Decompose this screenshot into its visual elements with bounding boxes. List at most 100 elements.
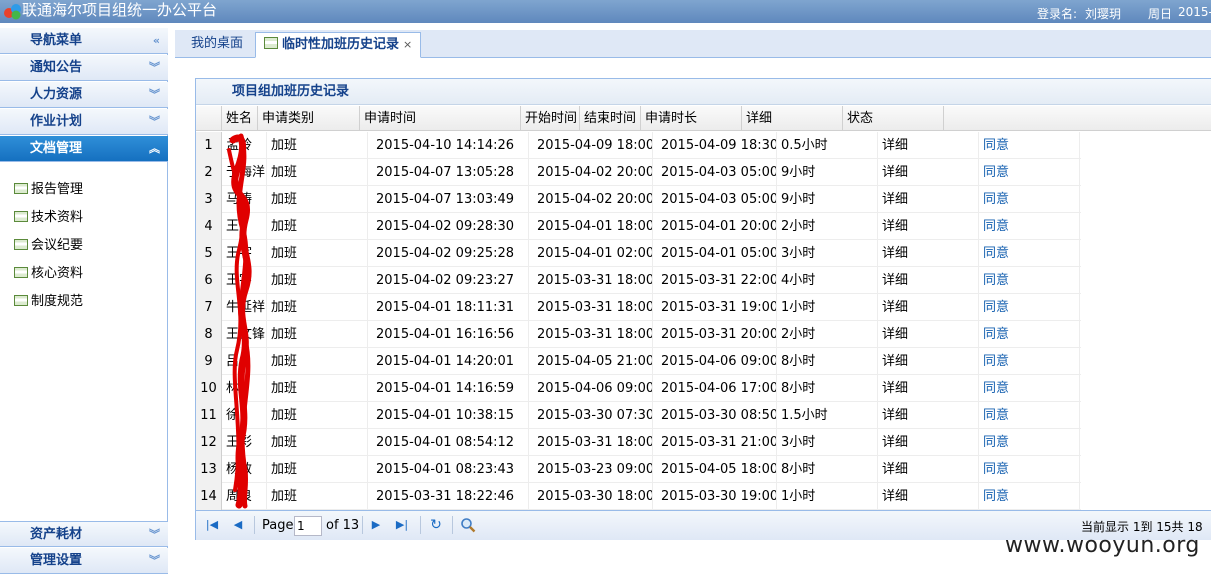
cell-duration: 9小时 (777, 159, 878, 186)
cell-end-time: 2015-04-03 05:00:00 (653, 159, 777, 186)
cell-end-time: 2015-04-06 17:00:00 (653, 375, 777, 402)
table-row[interactable]: 1孟玲加班2015-04-10 14:14:262015-04-09 18:00… (196, 132, 1081, 159)
cell-start-time: 2015-04-05 21:00:43 (529, 348, 653, 375)
chevron-down-icon[interactable]: ︾ (149, 522, 160, 548)
cell-duration: 2小时 (777, 213, 878, 240)
row-number: 11 (196, 402, 222, 429)
tab-my-desktop[interactable]: 我的桌面 (183, 32, 251, 58)
sidebar-header-documents[interactable]: 文档管理 ︽ (0, 136, 168, 162)
next-page-icon[interactable]: ▶ (368, 517, 384, 533)
search-icon[interactable] (460, 517, 476, 533)
cell-status[interactable]: 同意 (979, 240, 1080, 267)
cell-name: 王彩 (222, 429, 267, 456)
sidebar-header-hr[interactable]: 人力资源 ︾ (0, 82, 168, 108)
cell-start-time: 2015-04-09 18:00:00 (529, 132, 653, 159)
cell-type: 加班 (267, 186, 368, 213)
cell-status[interactable]: 同意 (979, 186, 1080, 213)
cell-detail: 详细 (878, 375, 979, 402)
cell-status[interactable]: 同意 (979, 348, 1080, 375)
column-header-status[interactable]: 状态 (843, 106, 944, 131)
watermark: www.wooyun.org (1005, 533, 1200, 558)
column-header-duration[interactable]: 申请时长 (641, 106, 742, 131)
table-row[interactable]: 13 杨敏 加班 2015-04-01 08:23:43 2015-03-23 09:0… (196, 456, 1081, 483)
sidebar-item-minutes[interactable]: 会议纪要 (14, 236, 83, 256)
table-row[interactable]: 14 周良 加班 2015-03-31 18:22:46 2015-03-30 18:0… (196, 483, 1081, 510)
table-row[interactable]: 4王加班2015-04-02 09:28:302015-04-01 18:00:… (196, 213, 1081, 240)
sidebar-header-notices[interactable]: 通知公告 ︾ (0, 55, 168, 81)
chevron-down-icon[interactable]: ︾ (149, 55, 160, 81)
cell-start-time: 2015-04-01 18:00:38 (529, 213, 653, 240)
cell-apply-time: 2015-04-01 18:11:31 (368, 294, 529, 321)
cell-start-time: 2015-04-02 20:00:00 (529, 159, 653, 186)
row-number: 7 (196, 294, 222, 321)
sidebar-header-admin[interactable]: 管理设置 ︾ (0, 548, 168, 574)
column-header-detail[interactable]: 详细 (742, 106, 843, 131)
cell-apply-time: 2015-04-01 08:23:43 (368, 456, 529, 483)
cell-status[interactable]: 同意 (979, 483, 1080, 510)
chevron-down-icon[interactable]: ︾ (149, 82, 160, 108)
row-number: 13 (196, 456, 222, 483)
grid-body: 1孟玲加班2015-04-10 14:14:262015-04-09 18:00… (196, 132, 1211, 510)
sidebar-item-core-docs[interactable]: 核心资料 (14, 264, 83, 284)
cell-end-time: 2015-03-31 21:00:35 (653, 429, 777, 456)
cell-status[interactable]: 同意 (979, 402, 1080, 429)
cell-status[interactable]: 同意 (979, 132, 1080, 159)
refresh-icon[interactable]: ↻ (428, 517, 444, 533)
first-page-icon[interactable]: |◀ (204, 517, 220, 533)
column-header-start-time[interactable]: 开始时间 (521, 106, 580, 131)
document-icon (14, 295, 28, 306)
sidebar-header-nav-menu[interactable]: 导航菜单 « (0, 28, 168, 54)
table-row[interactable]: 5王宇加班2015-04-02 09:25:282015-04-01 02:00… (196, 240, 1081, 267)
collapse-left-icon[interactable]: « (153, 28, 160, 54)
table-row[interactable]: 3马涛加班2015-04-07 13:03:492015-04-02 20:00… (196, 186, 1081, 213)
sidebar-header-work-plan[interactable]: 作业计划 ︾ (0, 109, 168, 135)
cell-apply-time: 2015-04-02 09:23:27 (368, 267, 529, 294)
column-header-apply-time[interactable]: 申请时间 (360, 106, 521, 131)
table-row[interactable]: 11徐加班2015-04-01 10:38:152015-03-30 07:30… (196, 402, 1081, 429)
cell-name: 王文锋 (222, 321, 267, 348)
sidebar-header-assets[interactable]: 资产耗材 ︾ (0, 521, 168, 547)
chevron-down-icon[interactable]: ︾ (149, 109, 160, 135)
row-number: 8 (196, 321, 222, 348)
column-header-end-time[interactable]: 结束时间 (580, 106, 641, 131)
cell-status[interactable]: 同意 (979, 321, 1080, 348)
cell-status[interactable]: 同意 (979, 267, 1080, 294)
login-label: 登录名: (1037, 7, 1078, 21)
cell-status[interactable]: 同意 (979, 375, 1080, 402)
chevron-up-icon[interactable]: ︽ (149, 136, 160, 162)
sidebar-header-label: 通知公告 (30, 60, 83, 75)
close-icon[interactable]: × (403, 38, 412, 51)
cell-detail: 详细 (878, 321, 979, 348)
row-number-header (196, 106, 222, 131)
cell-status[interactable]: 同意 (979, 456, 1080, 483)
cell-status[interactable]: 同意 (979, 429, 1080, 456)
column-header-name[interactable]: 姓名 (222, 106, 258, 131)
cell-end-time: 2015-04-01 05:00:15 (653, 240, 777, 267)
table-row[interactable]: 2 于海洋 加班 2015-04-07 13:05:28 2015-04-02 20:0… (196, 159, 1081, 186)
page-number-input[interactable] (294, 516, 322, 536)
tab-overtime-history[interactable]: 临时性加班历史记录 × (255, 32, 422, 58)
cell-detail: 详细 (878, 213, 979, 240)
column-header-type[interactable]: 申请类别 (258, 106, 360, 131)
table-row[interactable]: 10林加班2015-04-01 14:16:592015-04-06 09:00… (196, 375, 1081, 402)
cell-status[interactable]: 同意 (979, 213, 1080, 240)
table-row[interactable]: 7 牛延祥 加班 2015-04-01 18:11:31 2015-03-31 18:0… (196, 294, 1081, 321)
cell-detail: 详细 (878, 294, 979, 321)
cell-status[interactable]: 同意 (979, 294, 1080, 321)
sidebar-item-label: 核心资料 (31, 266, 84, 281)
cell-start-time: 2015-03-31 18:00:00 (529, 294, 653, 321)
cell-name: 牛延祥 (222, 294, 267, 321)
prev-page-icon[interactable]: ◀ (230, 517, 246, 533)
table-row[interactable]: 9吕加班2015-04-01 14:20:012015-04-05 21:00:… (196, 348, 1081, 375)
chevron-down-icon[interactable]: ︾ (149, 548, 160, 574)
table-row[interactable]: 6王宇加班2015-04-02 09:23:272015-03-31 18:00… (196, 267, 1081, 294)
sidebar-item-reports[interactable]: 报告管理 (14, 180, 83, 200)
cell-status[interactable]: 同意 (979, 159, 1080, 186)
last-page-icon[interactable]: ▶| (394, 517, 410, 533)
table-row[interactable]: 12 王彩 加班 2015-04-01 08:54:12 2015-03-31 18:0… (196, 429, 1081, 456)
sidebar-item-regulations[interactable]: 制度规范 (14, 292, 83, 312)
cell-detail: 详细 (878, 456, 979, 483)
sidebar-item-tech-docs[interactable]: 技术资料 (14, 208, 83, 228)
cell-duration: 3小时 (777, 429, 878, 456)
table-row[interactable]: 8 王文锋 加班 2015-04-01 16:16:56 2015-03-31 18:0… (196, 321, 1081, 348)
